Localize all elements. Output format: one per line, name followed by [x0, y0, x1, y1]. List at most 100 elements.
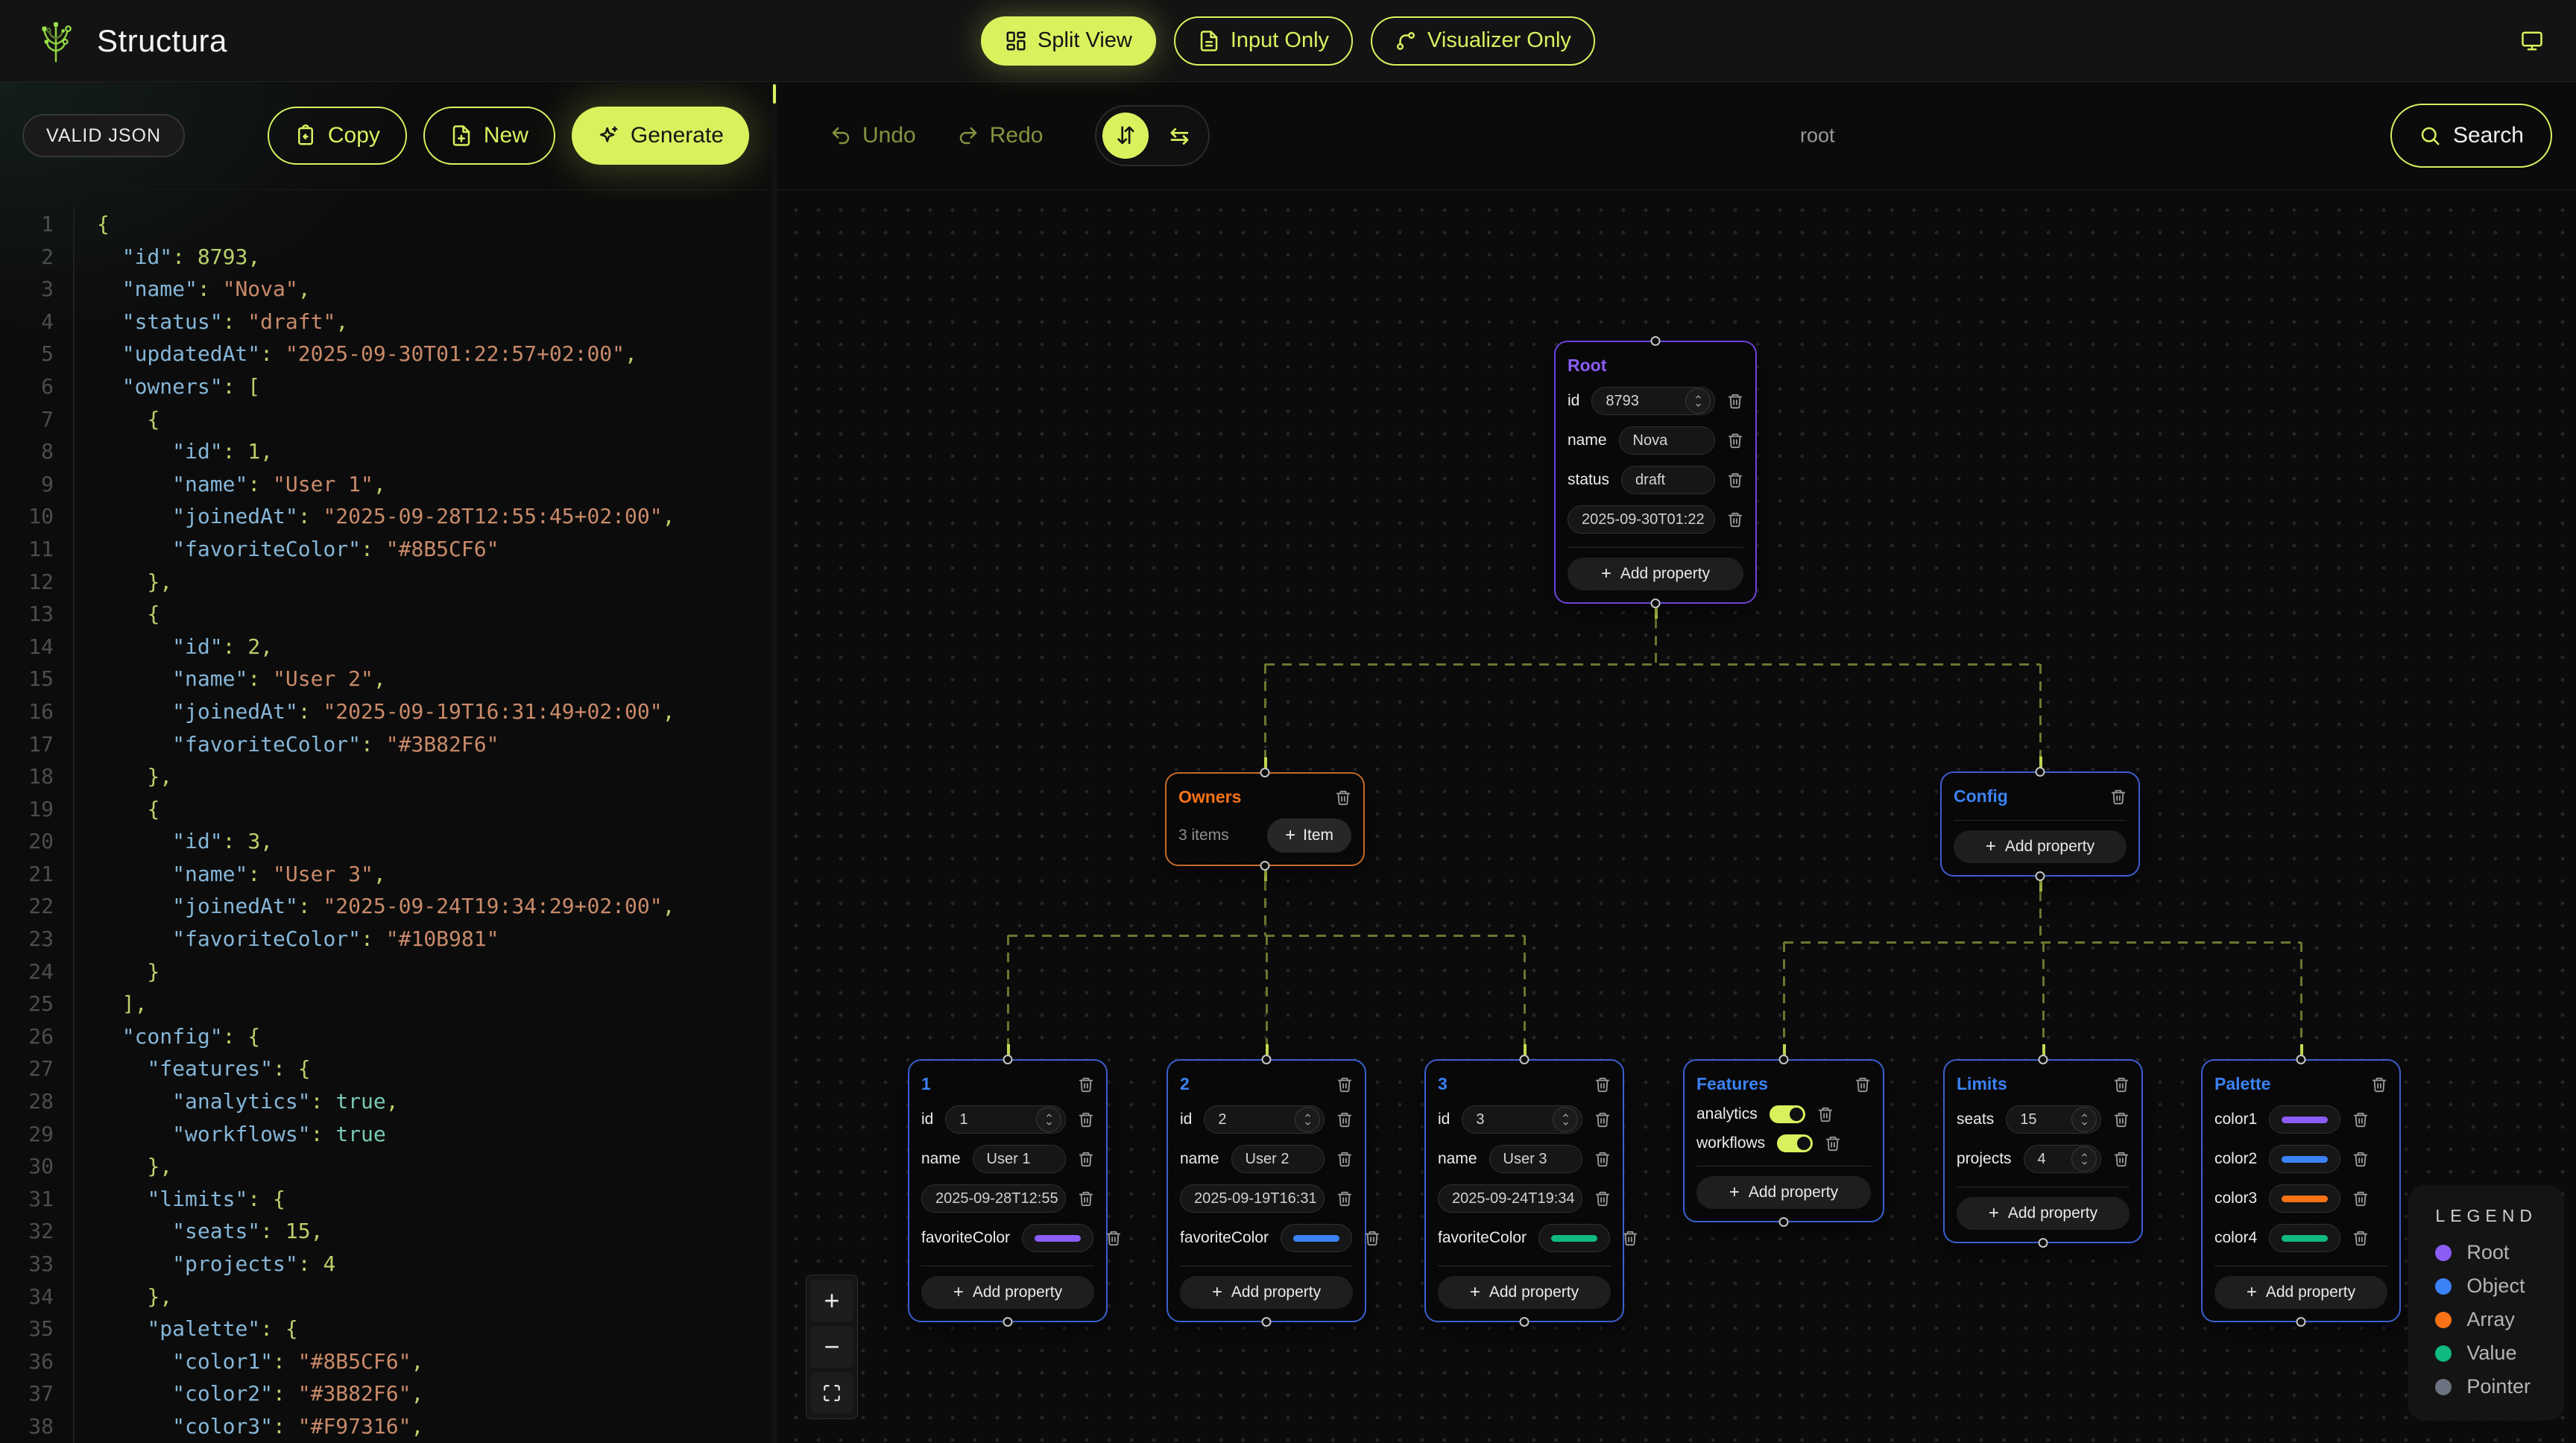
- node-port-bottom[interactable]: [1520, 1317, 1530, 1327]
- delete-node-button[interactable]: [1854, 1076, 1871, 1093]
- color-swatch[interactable]: [1281, 1224, 1352, 1252]
- node-port-bottom[interactable]: [1779, 1217, 1789, 1227]
- delete-field-button[interactable]: [2113, 1111, 2130, 1128]
- delete-field-button[interactable]: [2113, 1151, 2130, 1167]
- stepper[interactable]: [1685, 388, 1711, 414]
- delete-node-button[interactable]: [1335, 789, 1351, 806]
- add-property-button[interactable]: +Add property: [2214, 1276, 2387, 1309]
- graph-canvas[interactable]: + − LEGEND Root Object Array: [777, 190, 2576, 1443]
- color-swatch[interactable]: [2269, 1184, 2340, 1213]
- text-input[interactable]: Nova: [1619, 426, 1715, 455]
- stepper[interactable]: [2071, 1146, 2097, 1172]
- stepper[interactable]: [1295, 1107, 1320, 1132]
- number-input[interactable]: 4: [2024, 1145, 2101, 1173]
- datetime-input[interactable]: 2025-09-30T01:22: [1568, 505, 1715, 534]
- node-port-top[interactable]: [1779, 1055, 1789, 1064]
- text-input[interactable]: draft: [1621, 466, 1715, 494]
- delete-field-button[interactable]: [2352, 1190, 2369, 1207]
- node-port-top[interactable]: [1260, 768, 1270, 777]
- stepper[interactable]: [1036, 1107, 1061, 1132]
- node-features[interactable]: Featuresanalyticsworkflows+Add property: [1683, 1059, 1884, 1222]
- datetime-input[interactable]: 2025-09-19T16:31: [1180, 1184, 1325, 1213]
- tab-visualizer-only[interactable]: Visualizer Only: [1371, 16, 1595, 66]
- delete-field-button[interactable]: [1105, 1230, 1122, 1246]
- json-code-editor[interactable]: 1{2 "id": 8793,3 "name": "Nova",4 "statu…: [0, 190, 771, 1443]
- node-port-bottom[interactable]: [1651, 599, 1661, 608]
- delete-field-button[interactable]: [1336, 1151, 1353, 1167]
- delete-field-button[interactable]: [1336, 1190, 1353, 1207]
- delete-field-button[interactable]: [1817, 1106, 1834, 1122]
- delete-field-button[interactable]: [1622, 1230, 1638, 1246]
- delete-node-button[interactable]: [1336, 1076, 1353, 1093]
- toggle-on[interactable]: [1770, 1105, 1805, 1123]
- number-input[interactable]: 1: [945, 1105, 1066, 1134]
- node-port-top[interactable]: [1003, 1055, 1013, 1064]
- node-port-top[interactable]: [2036, 767, 2045, 777]
- delete-field-button[interactable]: [1727, 472, 1743, 488]
- delete-field-button[interactable]: [1078, 1111, 1094, 1128]
- delete-field-button[interactable]: [2352, 1230, 2369, 1246]
- stepper[interactable]: [2071, 1107, 2097, 1132]
- node-port-bottom[interactable]: [2296, 1317, 2306, 1327]
- delete-field-button[interactable]: [1727, 393, 1743, 409]
- number-input[interactable]: 3: [1462, 1105, 1582, 1134]
- delete-node-button[interactable]: [2371, 1076, 2387, 1093]
- text-input[interactable]: User 1: [973, 1145, 1066, 1173]
- number-input[interactable]: 8793: [1591, 387, 1715, 415]
- delete-field-button[interactable]: [1078, 1190, 1094, 1207]
- redo-button[interactable]: Redo: [957, 123, 1044, 148]
- delete-field-button[interactable]: [1364, 1230, 1380, 1246]
- node-port-top[interactable]: [2296, 1055, 2306, 1064]
- node-port-top[interactable]: [1520, 1055, 1530, 1064]
- color-swatch[interactable]: [1538, 1224, 1610, 1252]
- delete-field-button[interactable]: [1594, 1151, 1611, 1167]
- layout-horizontal-button[interactable]: ⇆: [1156, 113, 1202, 159]
- node-n1[interactable]: 1id1nameUser 12025-09-28T12:55favoriteCo…: [908, 1059, 1108, 1322]
- node-port-bottom[interactable]: [2036, 871, 2045, 881]
- add-property-button[interactable]: +Add property: [1954, 830, 2127, 863]
- node-owners[interactable]: Owners3 items+Item: [1165, 772, 1365, 866]
- datetime-input[interactable]: 2025-09-24T19:34: [1438, 1184, 1582, 1213]
- layout-vertical-button[interactable]: ⇵: [1102, 113, 1149, 159]
- delete-field-button[interactable]: [1078, 1151, 1094, 1167]
- text-input[interactable]: User 3: [1489, 1145, 1582, 1173]
- delete-field-button[interactable]: [1825, 1135, 1841, 1152]
- delete-field-button[interactable]: [2352, 1111, 2369, 1128]
- node-port-top[interactable]: [1262, 1055, 1272, 1064]
- delete-field-button[interactable]: [1594, 1190, 1611, 1207]
- add-property-button[interactable]: +Add property: [1568, 558, 1743, 590]
- number-input[interactable]: 2: [1204, 1105, 1325, 1134]
- delete-field-button[interactable]: [1594, 1111, 1611, 1128]
- node-root[interactable]: Rootid8793nameNovastatusdraft2025-09-30T…: [1554, 341, 1757, 604]
- node-n3[interactable]: 3id3nameUser 32025-09-24T19:34favoriteCo…: [1424, 1059, 1624, 1322]
- stepper[interactable]: [1553, 1107, 1578, 1132]
- node-port-bottom[interactable]: [2039, 1238, 2048, 1248]
- node-n2[interactable]: 2id2nameUser 22025-09-19T16:31favoriteCo…: [1167, 1059, 1366, 1322]
- color-swatch[interactable]: [2269, 1145, 2340, 1173]
- add-property-button[interactable]: +Add property: [921, 1276, 1094, 1309]
- tab-input-only[interactable]: Input Only: [1174, 16, 1353, 66]
- tab-split-view[interactable]: Split View: [981, 16, 1156, 66]
- add-property-button[interactable]: +Add property: [1957, 1197, 2130, 1230]
- add-item-button[interactable]: +Item: [1267, 818, 1351, 853]
- new-button[interactable]: New: [423, 107, 555, 165]
- copy-button[interactable]: Copy: [268, 107, 407, 165]
- text-input[interactable]: User 2: [1231, 1145, 1325, 1173]
- search-button[interactable]: Search: [2390, 104, 2552, 168]
- delete-field-button[interactable]: [2352, 1151, 2369, 1167]
- node-port-bottom[interactable]: [1260, 861, 1270, 871]
- add-property-button[interactable]: +Add property: [1180, 1276, 1353, 1309]
- delete-node-button[interactable]: [2110, 789, 2127, 805]
- color-swatch[interactable]: [2269, 1224, 2340, 1252]
- delete-field-button[interactable]: [1336, 1111, 1353, 1128]
- delete-node-button[interactable]: [1594, 1076, 1611, 1093]
- delete-node-button[interactable]: [1078, 1076, 1094, 1093]
- node-port-top[interactable]: [2039, 1055, 2048, 1064]
- node-config[interactable]: Config+Add property: [1940, 771, 2140, 877]
- delete-field-button[interactable]: [1727, 432, 1743, 449]
- node-port-bottom[interactable]: [1262, 1317, 1272, 1327]
- zoom-out-button[interactable]: −: [811, 1326, 853, 1368]
- number-input[interactable]: 15: [2006, 1105, 2101, 1134]
- toggle-on[interactable]: [1777, 1134, 1813, 1152]
- add-property-button[interactable]: +Add property: [1438, 1276, 1611, 1309]
